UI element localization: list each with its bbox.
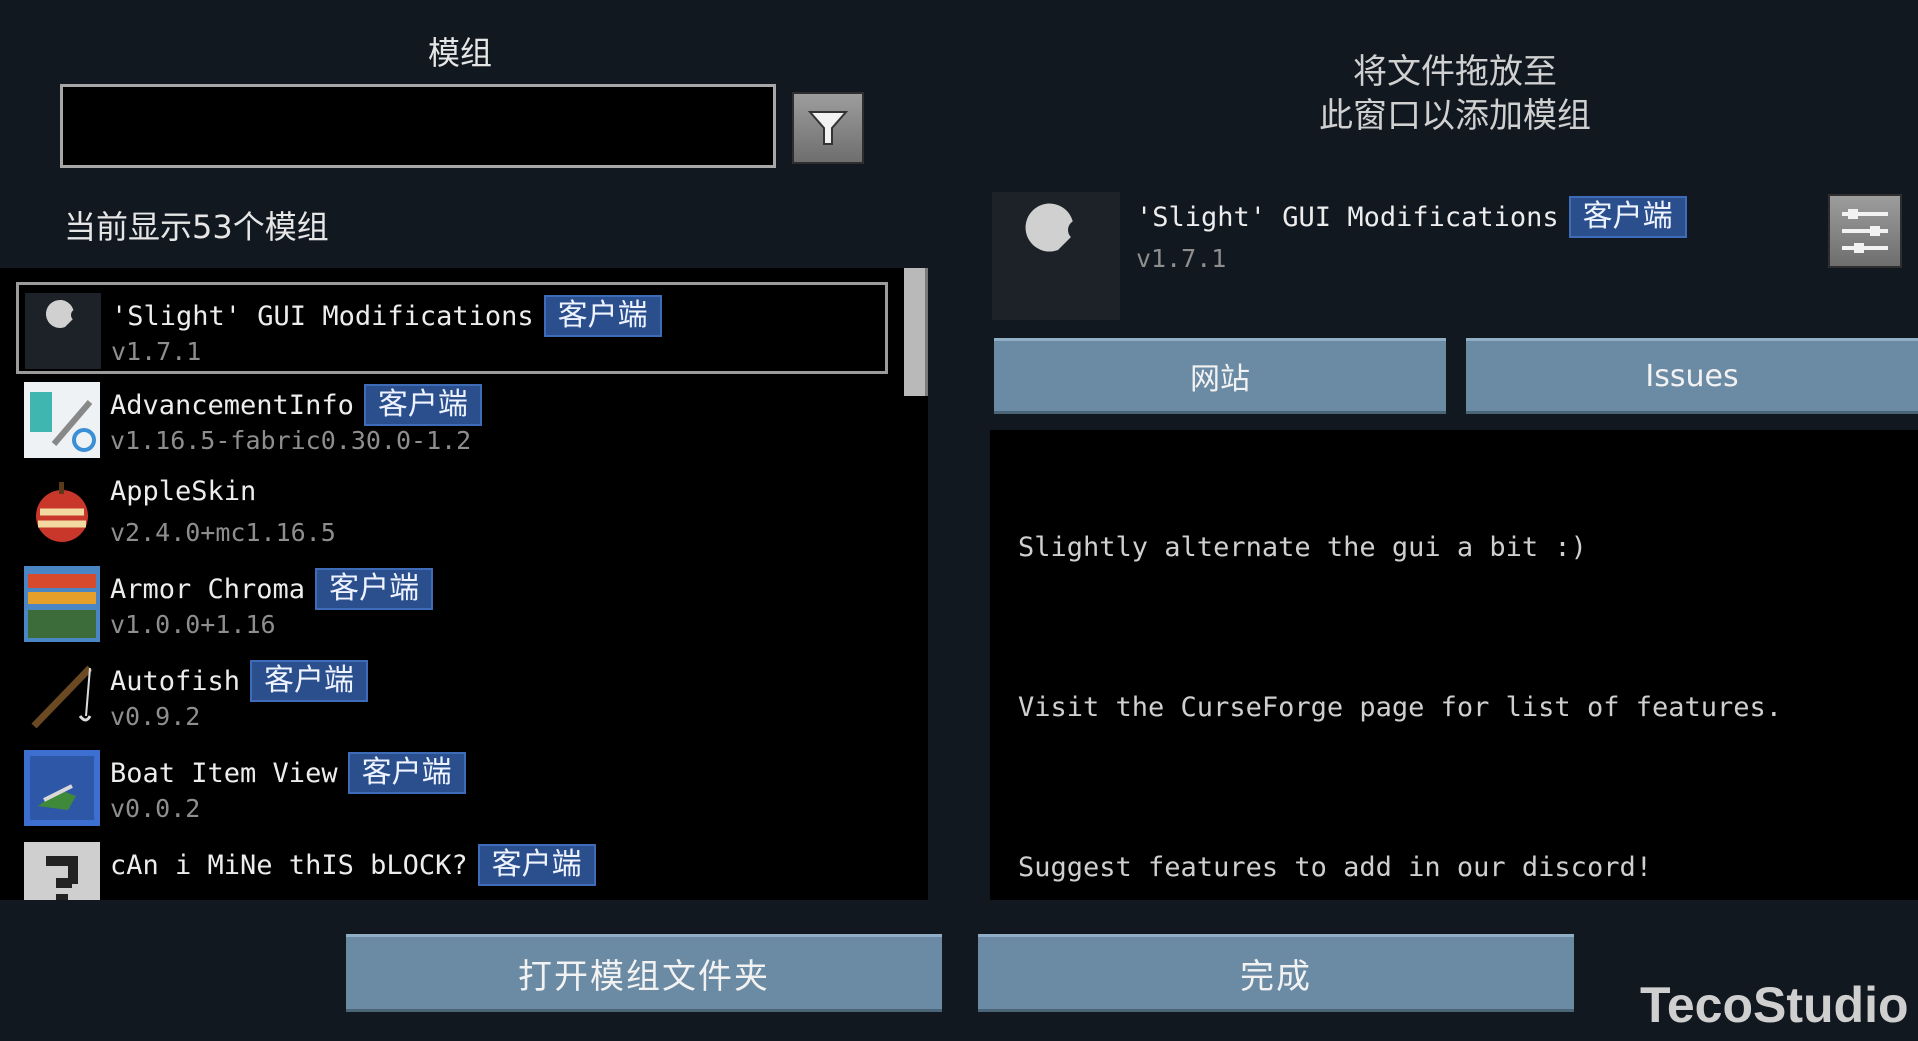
sliders-icon — [1842, 209, 1888, 253]
description-line: Slightly alternate the gui a bit :) — [1018, 532, 1587, 563]
mod-item-autofish[interactable]: Autofish 客户端 v0.9.2 — [18, 650, 886, 738]
open-mods-folder-button[interactable]: 打开模组文件夹 — [346, 934, 942, 1012]
mod-version: v1.0.0+1.16 — [110, 610, 276, 639]
mod-description: Slightly alternate the gui a bit :) Visi… — [1018, 448, 1782, 968]
mod-name: cAn i MiNe thIS bLOCK? — [110, 849, 468, 881]
mod-item-can-i-mine-this-block[interactable]: cAn i MiNe thIS bLOCK? 客户端 — [18, 834, 886, 900]
scrollbar-thumb[interactable] — [904, 268, 928, 396]
mod-name: 'Slight' GUI Modifications — [111, 300, 534, 332]
drop-hint: 将文件拖放至 此窗口以添加模组 — [1150, 50, 1760, 138]
description-line: Visit the CurseForge page for list of fe… — [1018, 692, 1783, 723]
search-input[interactable] — [60, 84, 776, 168]
client-badge: 客户端 — [363, 384, 482, 426]
mod-version: v0.9.2 — [110, 702, 201, 731]
mod-item-slight-gui[interactable]: 'Slight' GUI Modifications 客户端 v1.7.1 — [16, 282, 888, 374]
armor-chroma-icon — [24, 566, 100, 642]
client-badge: 客户端 — [347, 752, 466, 794]
detail-mod-title: 'Slight' GUI Modifications 客户端 — [1136, 196, 1687, 238]
done-button[interactable]: 完成 — [978, 934, 1574, 1012]
client-badge: 客户端 — [477, 844, 596, 886]
drop-hint-line2: 此窗口以添加模组 — [1319, 96, 1591, 136]
mod-version: v1.7.1 — [111, 337, 202, 366]
mod-item-armor-chroma[interactable]: Armor Chroma 客户端 v1.0.0+1.16 — [18, 558, 886, 646]
mod-name: Boat Item View — [110, 757, 338, 789]
mod-item-boat-item-view[interactable]: Boat Item View 客户端 v0.0.2 — [18, 742, 886, 830]
mod-name: AppleSkin — [110, 476, 257, 507]
wrench-icon — [992, 192, 1120, 320]
filter-button[interactable] — [792, 92, 864, 164]
page-title: 模组 — [427, 34, 492, 72]
mod-item-appleskin[interactable]: AppleSkin v2.4.0+mc1.16.5 — [18, 466, 886, 554]
config-button[interactable] — [1828, 194, 1902, 268]
wrench-icon — [25, 293, 101, 369]
mod-name: AdvancementInfo — [110, 389, 354, 421]
issues-button[interactable]: Issues — [1466, 338, 1918, 414]
boat-icon — [24, 750, 100, 826]
detail-mod-version: v1.7.1 — [1136, 244, 1227, 273]
description-line: Suggest features to add in our discord! — [1018, 852, 1652, 883]
client-badge: 客户端 — [1568, 196, 1687, 238]
drop-hint-line1: 将文件拖放至 — [1353, 52, 1557, 92]
fishing-rod-icon — [31, 665, 93, 729]
mod-list[interactable]: 'Slight' GUI Modifications 客户端 v1.7.1 Adv… — [0, 268, 928, 900]
detail-mod-name: 'Slight' GUI Modifications — [1136, 201, 1559, 233]
pickaxe-icon — [24, 842, 100, 900]
mod-version: v0.0.2 — [110, 794, 201, 823]
mod-version: v2.4.0+mc1.16.5 — [110, 518, 336, 547]
mod-name: Armor Chroma — [110, 573, 306, 605]
mod-name: Autofish — [110, 665, 241, 697]
watermark: TecoStudio — [1640, 977, 1909, 1033]
filter-icon — [807, 111, 849, 145]
client-badge: 客户端 — [250, 660, 369, 702]
advancementinfo-icon — [24, 382, 100, 458]
mod-version: v1.16.5-fabric0.30.0-1.2 — [110, 426, 472, 455]
mod-count-label: 当前显示53个模组 — [64, 208, 329, 246]
apple-icon — [36, 482, 88, 542]
client-badge: 客户端 — [543, 295, 662, 337]
client-badge: 客户端 — [315, 568, 434, 610]
mod-item-advancementinfo[interactable]: AdvancementInfo 客户端 v1.16.5-fabric0.30.0-… — [18, 374, 886, 462]
website-button[interactable]: 网站 — [994, 338, 1446, 414]
